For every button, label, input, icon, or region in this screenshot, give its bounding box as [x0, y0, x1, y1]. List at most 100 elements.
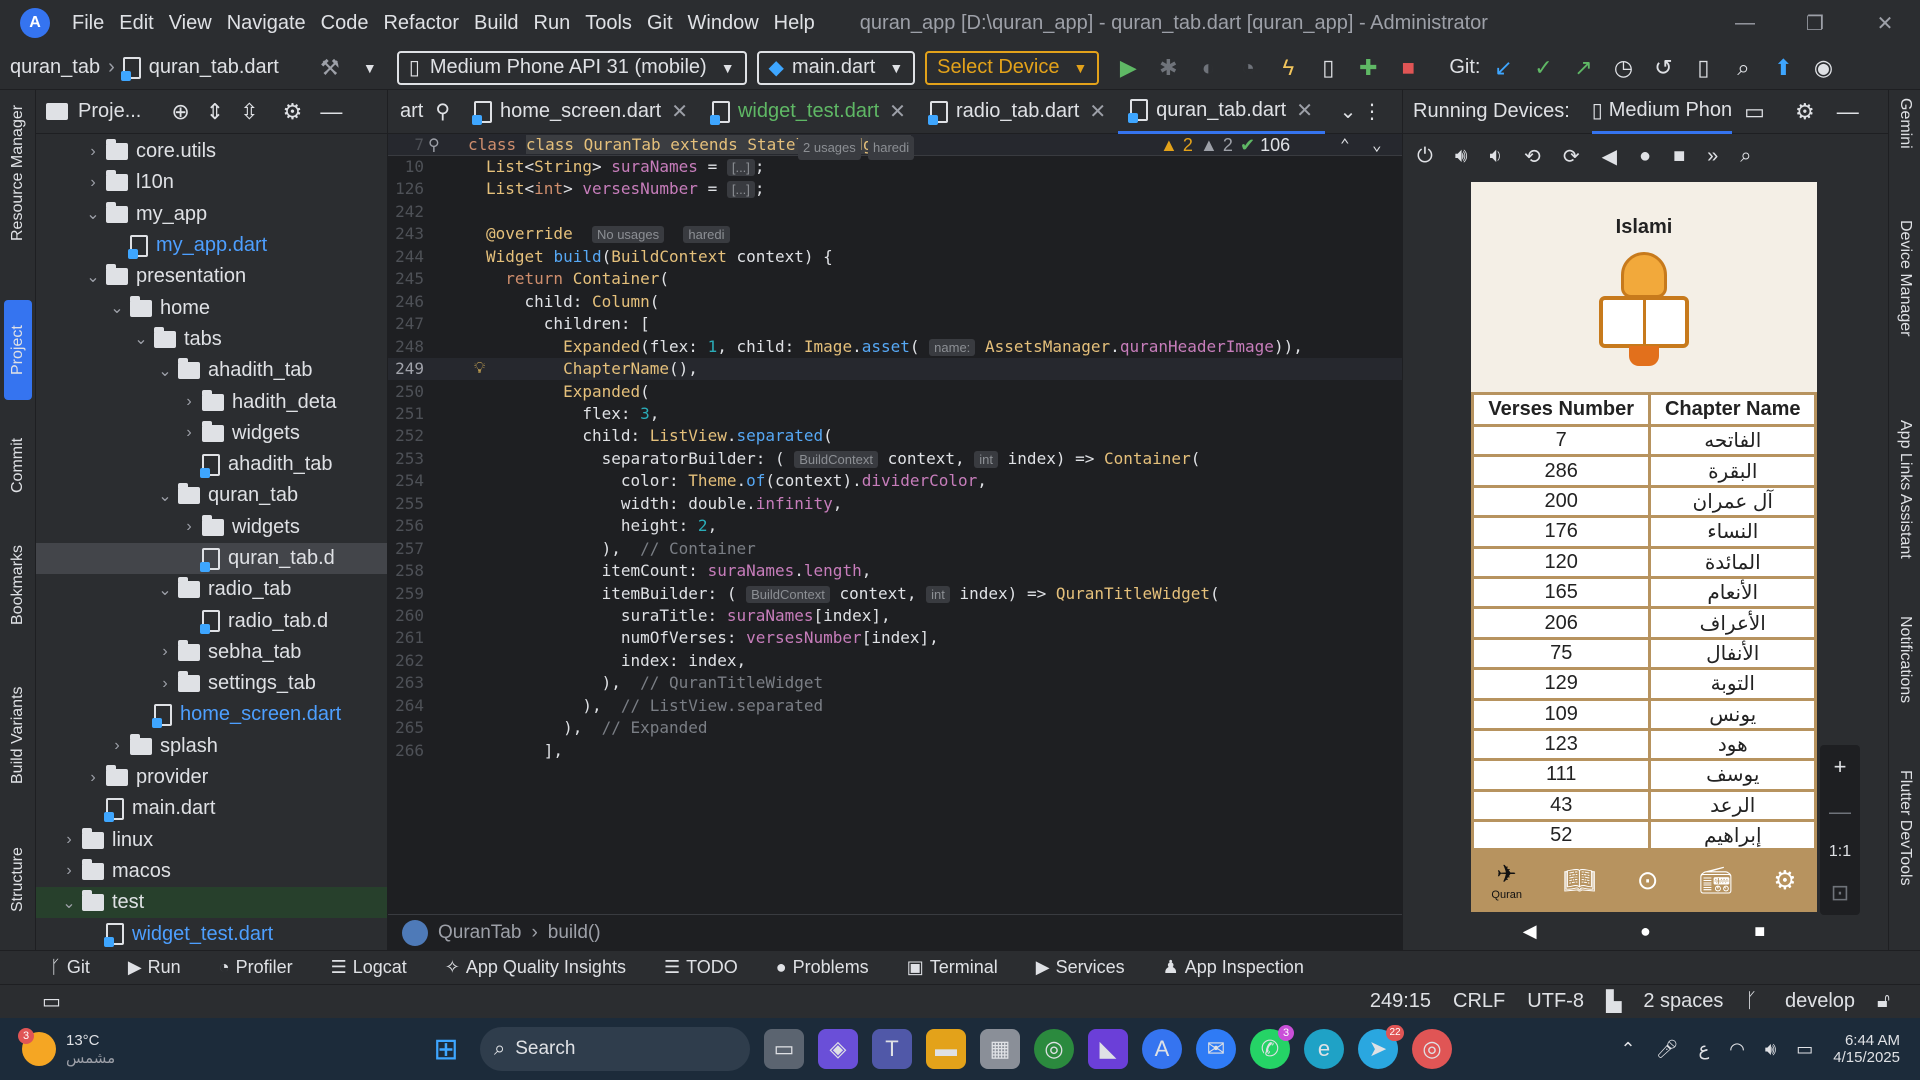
- chevron-down-icon[interactable]: ⌄: [128, 329, 154, 349]
- gear-icon[interactable]: ⚙: [1795, 99, 1815, 125]
- editor-tab[interactable]: home_screen.dart ✕: [462, 90, 700, 134]
- coverage-icon[interactable]: ◐: [1191, 51, 1225, 85]
- menu-view[interactable]: View: [169, 12, 212, 35]
- battery-icon[interactable]: ▭: [1796, 1039, 1813, 1060]
- editor-tab[interactable]: art ⚲: [388, 90, 462, 134]
- table-row[interactable]: 206 الأعراف: [1471, 606, 1817, 640]
- tree-item[interactable]: ⌄ home: [36, 292, 387, 323]
- app-quality-insights-tool[interactable]: ✧ App Quality Insights: [445, 957, 626, 978]
- teams-icon[interactable]: T: [872, 1029, 912, 1069]
- table-row[interactable]: 129 التوبة: [1471, 667, 1817, 701]
- code-line[interactable]: 252 child: ListView.separated(: [388, 425, 1402, 447]
- fit-screen-icon[interactable]: ⊡: [1831, 880, 1849, 906]
- code-line[interactable]: 265 ), // Expanded: [388, 717, 1402, 739]
- android-studio-logo[interactable]: A: [20, 8, 50, 38]
- tree-item[interactable]: ⌄ test: [36, 887, 387, 919]
- chevron-down-icon[interactable]: ▼: [353, 51, 387, 85]
- run-config-selector[interactable]: ◆ main.dart ▼: [756, 50, 916, 85]
- git-branch[interactable]: ᚴ develop: [1745, 990, 1855, 1013]
- android-recents-icon[interactable]: ■: [1754, 921, 1765, 942]
- telegram-icon[interactable]: ➤ 22: [1358, 1025, 1404, 1069]
- code-line[interactable]: 245 return Container(: [388, 268, 1402, 290]
- project-panel-title[interactable]: Proje...: [78, 100, 141, 123]
- overview-icon[interactable]: ■: [1673, 145, 1685, 168]
- menu-tools[interactable]: Tools: [585, 12, 632, 35]
- android-back-icon[interactable]: ◀: [1523, 921, 1537, 942]
- close-tab-icon[interactable]: ✕: [1296, 98, 1313, 123]
- attach-debugger-icon[interactable]: ✚: [1351, 51, 1385, 85]
- notifications-tab[interactable]: Notifications: [1891, 616, 1919, 746]
- tree-item[interactable]: ⌄ quran_tab: [36, 480, 387, 511]
- todo-tool[interactable]: ☰ TODO: [664, 957, 738, 978]
- chevron-down-icon[interactable]: ⌄: [152, 486, 178, 506]
- code-line[interactable]: 248 Expanded(flex: 1, child: Image.asset…: [388, 336, 1402, 358]
- breadcrumb-method[interactable]: build(): [548, 922, 601, 944]
- logcat-tool[interactable]: ☰ Logcat: [331, 957, 407, 978]
- messenger-icon[interactable]: ✉: [1196, 1029, 1236, 1069]
- tree-item[interactable]: › core.utils: [36, 136, 387, 167]
- table-row[interactable]: 200 آل عمران: [1471, 484, 1817, 519]
- build-variants-tab[interactable]: Build Variants: [4, 670, 32, 800]
- volume-down-icon[interactable]: 🔉︎: [1489, 145, 1502, 168]
- structure-tab[interactable]: Structure: [4, 830, 32, 930]
- code-line[interactable]: 253 separatorBuilder: ( BuildContext con…: [388, 448, 1402, 470]
- tree-item[interactable]: › widgets: [36, 418, 387, 449]
- git-commit-icon[interactable]: ✓: [1526, 51, 1560, 85]
- zoom-in-icon[interactable]: +: [1834, 754, 1847, 780]
- code-line[interactable]: 250 Expanded(: [388, 381, 1402, 403]
- tree-item[interactable]: ⌄ my_app: [36, 199, 387, 230]
- project-tab[interactable]: Project: [4, 300, 32, 400]
- collapse-all-icon[interactable]: ⇳: [240, 99, 258, 125]
- code-line[interactable]: 263 ), // QuranTitleWidget: [388, 672, 1402, 694]
- readonly-icon[interactable]: ▙: [1606, 989, 1621, 1014]
- tree-item[interactable]: quran_tab.d: [36, 542, 387, 575]
- zoom-ratio[interactable]: 1:1: [1829, 843, 1851, 861]
- file-encoding[interactable]: UTF-8: [1527, 990, 1584, 1013]
- bookmarks-tab[interactable]: Bookmarks: [4, 530, 32, 640]
- chevron-right-icon[interactable]: ›: [80, 174, 106, 192]
- android-studio-icon[interactable]: A: [1142, 1029, 1182, 1069]
- chevron-down-icon[interactable]: ⌄: [80, 204, 106, 224]
- author-hint[interactable]: haredi: [868, 136, 915, 160]
- expand-all-icon[interactable]: ⇕: [206, 99, 224, 125]
- search-icon[interactable]: ⌕: [1726, 51, 1760, 85]
- tree-item[interactable]: › linux: [36, 825, 387, 856]
- close-window-icon[interactable]: ✕: [1850, 0, 1920, 46]
- run-icon[interactable]: ▶: [1111, 51, 1145, 85]
- chevron-right-icon[interactable]: ›: [80, 143, 106, 161]
- problems-tool[interactable]: ● Problems: [776, 957, 869, 978]
- chevron-right-icon[interactable]: ›: [176, 518, 202, 536]
- new-tab-icon[interactable]: ▭: [1744, 99, 1765, 125]
- edge-icon[interactable]: e: [1304, 1029, 1344, 1069]
- code-line[interactable]: 243 @override No usages haredi: [388, 223, 1402, 245]
- code-line[interactable]: 242: [388, 201, 1402, 223]
- rollback-icon[interactable]: ↺: [1646, 51, 1680, 85]
- chevron-down-icon[interactable]: ⌄: [104, 298, 130, 318]
- menu-help[interactable]: Help: [774, 12, 815, 35]
- stop-icon[interactable]: ■: [1391, 51, 1425, 85]
- table-row[interactable]: 111 يوسف: [1471, 758, 1817, 792]
- menu-navigate[interactable]: Navigate: [227, 12, 306, 35]
- flutter-devtools-tab[interactable]: Flutter DevTools: [1891, 770, 1919, 920]
- tree-item[interactable]: ⌄ ahadith_tab: [36, 355, 387, 386]
- tree-item[interactable]: › hadith_deta: [36, 386, 387, 417]
- table-row[interactable]: 165 الأنعام: [1471, 575, 1817, 610]
- table-row[interactable]: 123 هود: [1471, 727, 1817, 762]
- tree-item[interactable]: ⌄ tabs: [36, 324, 387, 355]
- chevron-down-icon[interactable]: ⌄: [152, 361, 178, 381]
- app-links-assistant-tab[interactable]: App Links Assistant: [1891, 420, 1919, 600]
- prev-highlight-icon[interactable]: ⌃: [1340, 134, 1350, 156]
- code-line[interactable]: 126 List<int> versesNumber = [...];: [388, 178, 1402, 200]
- account-icon[interactable]: ◉: [1806, 51, 1840, 85]
- home-icon[interactable]: ●: [1639, 145, 1651, 168]
- device-mirror-icon[interactable]: ▯: [1686, 51, 1720, 85]
- chevron-down-icon[interactable]: ⌄: [56, 893, 82, 913]
- rotate-left-icon[interactable]: ⟲: [1524, 144, 1541, 169]
- services-tool[interactable]: ▶ Services: [1036, 957, 1125, 978]
- more-icon[interactable]: »: [1707, 145, 1718, 168]
- caret-position[interactable]: 249:15: [1370, 990, 1431, 1013]
- hot-reload-icon[interactable]: ϟ: [1271, 51, 1305, 85]
- weak-warning-icon[interactable]: ▲ 2: [1200, 134, 1233, 156]
- tree-item[interactable]: › l10n: [36, 167, 387, 198]
- file-explorer-icon[interactable]: ▬: [926, 1029, 966, 1069]
